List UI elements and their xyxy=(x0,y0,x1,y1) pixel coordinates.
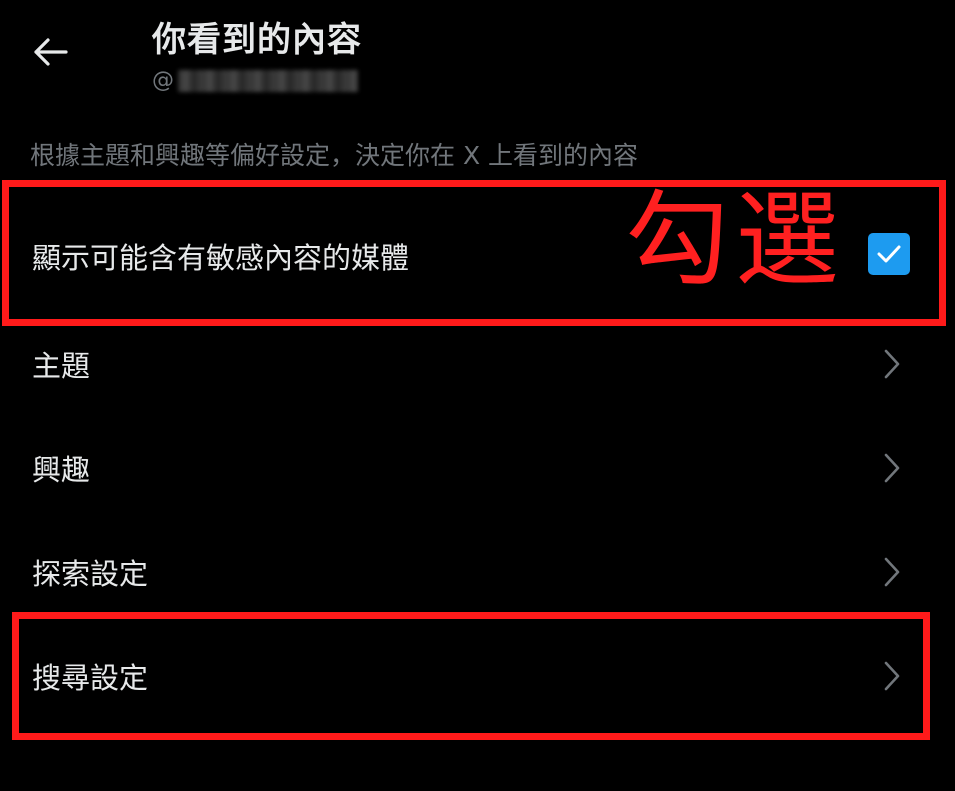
arrow-left-icon xyxy=(34,38,68,66)
chevron-right-icon xyxy=(880,451,904,485)
menu-item-topics-label: 主題 xyxy=(32,349,91,383)
sensitive-media-label: 顯示可能含有敏感內容的媒體 xyxy=(32,241,410,275)
menu-item-explore-settings[interactable]: 探索設定 xyxy=(0,520,955,624)
page-description: 根據主題和興趣等偏好設定，決定你在 X 上看到的內容 xyxy=(30,141,639,170)
handle-redacted xyxy=(178,69,358,92)
menu-item-explore-label: 探索設定 xyxy=(32,557,149,591)
chevron-right-icon xyxy=(880,659,904,693)
menu-item-interests-label: 興趣 xyxy=(32,453,91,487)
menu-item-topics[interactable]: 主題 xyxy=(0,312,955,416)
menu-item-search-settings[interactable]: 搜尋設定 xyxy=(0,624,955,728)
checkmark-icon xyxy=(877,245,901,263)
account-handle: @ xyxy=(152,68,358,93)
menu-item-interests[interactable]: 興趣 xyxy=(0,416,955,520)
back-button[interactable] xyxy=(28,30,72,74)
page-title: 你看到的內容 xyxy=(152,20,362,60)
sensitive-media-checkbox[interactable] xyxy=(868,233,910,275)
annotation-text: 勾選 xyxy=(625,179,846,301)
handle-prefix: @ xyxy=(152,68,174,93)
menu-item-search-label: 搜尋設定 xyxy=(32,661,149,695)
chevron-right-icon xyxy=(880,347,904,381)
chevron-right-icon xyxy=(880,555,904,589)
